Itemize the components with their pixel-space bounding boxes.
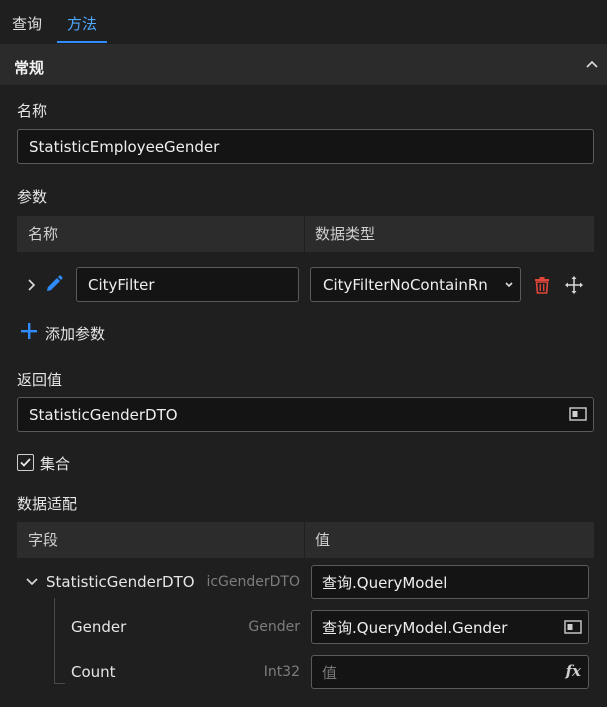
mapping-label: 数据适配 xyxy=(17,495,78,513)
mapping-field-name: Count xyxy=(71,663,116,681)
chevron-down-icon xyxy=(505,282,513,288)
mapping-value: 查询.QueryModel.Gender xyxy=(322,618,508,637)
mapping-field-type: Gender xyxy=(248,619,300,635)
return-value-label: 返回值 xyxy=(17,371,63,389)
param-type-select[interactable]: CityFilterNoContainRn xyxy=(310,267,521,302)
mapping-field-type: icGenderDTO xyxy=(206,574,300,590)
mapping-col-field: 字段 xyxy=(28,531,59,549)
mapping-value: 查询.QueryModel xyxy=(322,573,448,592)
params-label: 参数 xyxy=(17,188,48,206)
name-input[interactable]: StatisticEmployeeGender xyxy=(17,129,594,164)
column-divider xyxy=(304,216,305,252)
picker-icon[interactable] xyxy=(564,619,582,635)
mapping-value-input[interactable]: 查询.QueryModel.Gender xyxy=(311,610,589,644)
active-tab-indicator xyxy=(57,41,107,43)
edit-pencil-icon[interactable] xyxy=(44,274,64,294)
collection-checkbox[interactable] xyxy=(17,454,34,471)
params-col-type: 数据类型 xyxy=(315,225,376,243)
return-value-input[interactable]: StatisticGenderDTO xyxy=(17,397,594,432)
mapping-table-header: 字段 值 xyxy=(17,522,594,558)
name-value: StatisticEmployeeGender xyxy=(29,137,220,156)
check-icon xyxy=(20,458,31,467)
add-param-label: 添加参数 xyxy=(45,325,106,343)
params-col-name: 名称 xyxy=(28,225,59,243)
mapping-value-input[interactable]: 值 fx xyxy=(311,655,589,689)
formula-fx-icon[interactable]: fx xyxy=(566,662,581,680)
mapping-col-value: 值 xyxy=(315,531,331,549)
params-table-header: 名称 数据类型 xyxy=(17,216,594,252)
param-type-value: CityFilterNoContainRn xyxy=(323,275,488,294)
move-icon[interactable] xyxy=(564,275,584,295)
plus-icon xyxy=(21,323,37,339)
section-title: 常规 xyxy=(14,59,45,77)
tree-guide-line xyxy=(54,598,55,684)
param-name-input[interactable]: CityFilter xyxy=(76,267,299,302)
mapping-value-placeholder: 值 xyxy=(322,663,338,682)
tab-query[interactable]: 查询 xyxy=(12,0,42,44)
tab-method[interactable]: 方法 xyxy=(67,0,97,44)
column-divider xyxy=(304,522,305,558)
name-label: 名称 xyxy=(17,102,48,120)
tree-guide-line xyxy=(54,683,65,684)
mapping-field-type: Int32 xyxy=(263,664,300,680)
tab-bar: 查询 方法 xyxy=(0,0,607,45)
chevron-up-icon[interactable] xyxy=(585,59,599,69)
mapping-field-name: StatisticGenderDTO xyxy=(46,573,195,591)
section-header-general[interactable]: 常规 xyxy=(0,45,607,85)
mapping-field-name: Gender xyxy=(71,618,127,636)
trash-icon[interactable] xyxy=(532,275,552,295)
param-name-value: CityFilter xyxy=(88,275,155,294)
collection-label: 集合 xyxy=(40,455,71,473)
return-value-value: StatisticGenderDTO xyxy=(29,405,178,424)
mapping-value-input[interactable]: 查询.QueryModel xyxy=(311,565,589,599)
chevron-right-icon[interactable] xyxy=(26,278,36,292)
picker-icon[interactable] xyxy=(569,406,587,422)
chevron-down-icon[interactable] xyxy=(25,576,39,588)
